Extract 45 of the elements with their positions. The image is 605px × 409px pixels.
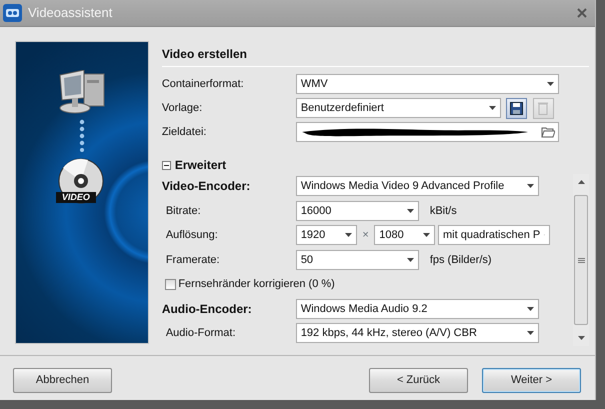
scroll-up-icon[interactable] bbox=[578, 180, 584, 184]
disc-label: VIDEO bbox=[56, 192, 96, 203]
field-label: Vorlage: bbox=[162, 100, 204, 116]
dropdown[interactable]: Benutzerdefiniert bbox=[296, 98, 501, 118]
window-title: Videoassistent bbox=[28, 4, 114, 22]
field-label: Video-Encoder: bbox=[162, 178, 252, 196]
unit-label: kBit/s bbox=[430, 204, 457, 218]
app-icon bbox=[3, 4, 22, 22]
wizard-button[interactable]: Weiter > bbox=[482, 368, 581, 392]
checkbox[interactable] bbox=[164, 278, 176, 290]
folder-icon[interactable] bbox=[540, 126, 555, 138]
wizard-button[interactable]: Abbrechen bbox=[13, 368, 112, 392]
dropdown[interactable]: mit quadratischen P bbox=[438, 225, 550, 246]
dropdown[interactable]: 192 kbps, 44 kHz, stereo (A/V) CBR bbox=[296, 323, 539, 344]
field-label: Containerformat: bbox=[162, 76, 245, 92]
close-icon[interactable] bbox=[577, 8, 587, 18]
file-field[interactable] bbox=[296, 122, 559, 142]
field-label: Audio-Encoder: bbox=[162, 300, 253, 318]
computer-icon bbox=[58, 70, 106, 115]
grip-icon bbox=[578, 258, 584, 262]
section-title: Erweitert bbox=[174, 157, 226, 174]
dropdown[interactable]: 1080 bbox=[374, 225, 436, 246]
times-sign: × bbox=[362, 228, 369, 243]
dropdown[interactable]: Windows Media Video 9 Advanced Profile bbox=[296, 176, 539, 196]
scroll-down-icon[interactable] bbox=[578, 336, 584, 340]
field-label: Auflösung: bbox=[164, 228, 219, 243]
save-button[interactable] bbox=[506, 98, 528, 118]
wizard-button[interactable]: < Zurück bbox=[369, 368, 468, 392]
dropdown[interactable]: Windows Media Audio 9.2 bbox=[296, 298, 539, 319]
field-label: Audio-Format: bbox=[164, 326, 237, 341]
trash-icon bbox=[538, 102, 548, 114]
collapse-icon[interactable] bbox=[162, 160, 171, 170]
scroll-thumb[interactable] bbox=[574, 195, 588, 325]
dropdown[interactable]: 16000 bbox=[296, 200, 419, 221]
field-label: Zieldatei: bbox=[162, 124, 208, 140]
dropdown[interactable]: 1920 bbox=[296, 225, 357, 246]
field-label: Bitrate: bbox=[164, 204, 202, 218]
section-title: Video erstellen bbox=[162, 41, 589, 67]
dotted-line-icon bbox=[78, 119, 85, 152]
floppy-icon bbox=[510, 102, 524, 114]
field-label: Framerate: bbox=[164, 252, 221, 268]
dropdown[interactable]: WMV bbox=[296, 74, 559, 94]
dropdown[interactable]: 50 bbox=[296, 250, 419, 270]
checkbox-label: Fernsehränder korrigieren (0 %) bbox=[178, 277, 335, 292]
unit-label: fps (Bilder/s) bbox=[430, 252, 492, 268]
